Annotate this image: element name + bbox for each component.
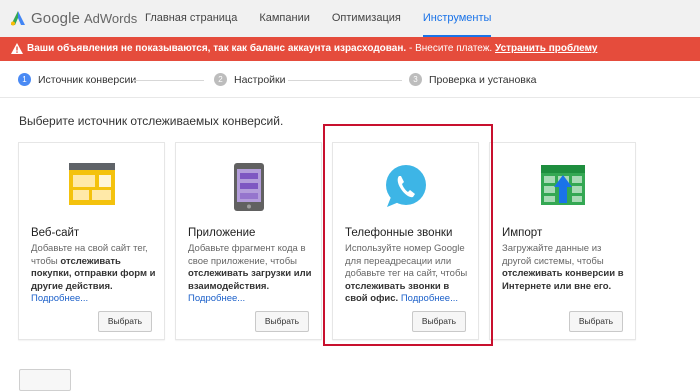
card-title: Телефонные звонки: [345, 227, 453, 239]
wizard-stepper: 1 Источник конверсии 2 Настройки 3 Прове…: [0, 61, 700, 98]
alert-banner: Ваши объявления не показываются, так как…: [0, 37, 700, 61]
learn-more-link[interactable]: Подробнее...: [401, 293, 458, 304]
card-title: Импорт: [502, 227, 543, 239]
nav-item-home[interactable]: Главная страница: [145, 0, 237, 37]
learn-more-link[interactable]: Подробнее...: [188, 293, 245, 304]
card-description: Используйте номер Google для переадресац…: [345, 243, 471, 306]
phone-call-icon: [385, 165, 426, 207]
logo-google-text: Google: [31, 9, 80, 27]
card-desc-text: Загружайте данные из другой системы, что…: [502, 243, 604, 267]
nav-item-optimization[interactable]: Оптимизация: [332, 0, 401, 37]
warning-icon: [11, 43, 23, 54]
step-connector: [288, 80, 402, 81]
nav-item-campaigns[interactable]: Кампании: [259, 0, 310, 37]
fix-problem-link[interactable]: Устранить проблему: [495, 43, 597, 54]
main-nav: Главная страница Кампании Оптимизация Ин…: [145, 0, 513, 37]
card-website[interactable]: Веб-сайт Добавьте на свой сайт тег, чтоб…: [18, 142, 165, 340]
step-number: 1: [18, 73, 31, 86]
alert-message: Ваши объявления не показываются, так как…: [27, 37, 597, 61]
step-label: Настройки: [234, 73, 286, 86]
card-app[interactable]: Приложение Добавьте фрагмент кода в свое…: [175, 142, 322, 340]
instruction-text: Выберите источник отслеживаемых конверси…: [19, 114, 284, 128]
website-icon: [68, 163, 115, 205]
step-label: Источник конверсии: [38, 73, 137, 86]
mobile-app-icon: [233, 163, 264, 211]
select-website-button[interactable]: Выбрать: [98, 311, 152, 332]
card-description: Добавьте на свой сайт тег, чтобы отслежи…: [31, 243, 157, 306]
card-description: Загружайте данные из другой системы, что…: [502, 243, 628, 293]
learn-more-link[interactable]: Подробнее...: [31, 293, 88, 304]
import-icon: [540, 165, 585, 205]
alert-main-text: Ваши объявления не показываются, так как…: [27, 43, 407, 54]
step-conversion-source: 1 Источник конверсии: [18, 73, 136, 86]
adwords-logo[interactable]: Google AdWords: [10, 8, 137, 28]
card-import[interactable]: Импорт Загружайте данные из другой систе…: [489, 142, 636, 340]
select-app-button[interactable]: Выбрать: [255, 311, 309, 332]
step-number: 2: [214, 73, 227, 86]
card-description: Добавьте фрагмент кода в свое приложение…: [188, 243, 314, 306]
card-desc-bold: отслеживать загрузки или взаимодействия.: [188, 268, 312, 292]
step-number: 3: [409, 73, 422, 86]
step-label: Проверка и установка: [429, 73, 537, 86]
step-review-install: 3 Проверка и установка: [409, 73, 537, 86]
card-desc-text: Добавьте фрагмент кода в свое приложение…: [188, 243, 306, 267]
logo-adwords-text: AdWords: [83, 10, 138, 26]
step-settings: 2 Настройки: [214, 73, 286, 86]
alert-separator: - Внесите платеж.: [406, 43, 495, 54]
select-phone-calls-button[interactable]: Выбрать: [412, 311, 466, 332]
adwords-logo-icon: [11, 11, 25, 26]
card-desc-bold: отслеживать конверсии в Интернете или вн…: [502, 268, 624, 292]
top-bar: Google AdWords Главная страница Кампании…: [0, 0, 700, 38]
card-desc-text: Используйте номер Google для переадресац…: [345, 243, 468, 279]
card-title: Приложение: [188, 227, 256, 239]
nav-item-tools[interactable]: Инструменты: [422, 0, 491, 37]
card-phone-calls[interactable]: Телефонные звонки Используйте номер Goog…: [332, 142, 479, 340]
bottom-button[interactable]: [19, 369, 71, 391]
step-connector: [132, 80, 204, 81]
card-title: Веб-сайт: [31, 227, 80, 239]
select-import-button[interactable]: Выбрать: [569, 311, 623, 332]
